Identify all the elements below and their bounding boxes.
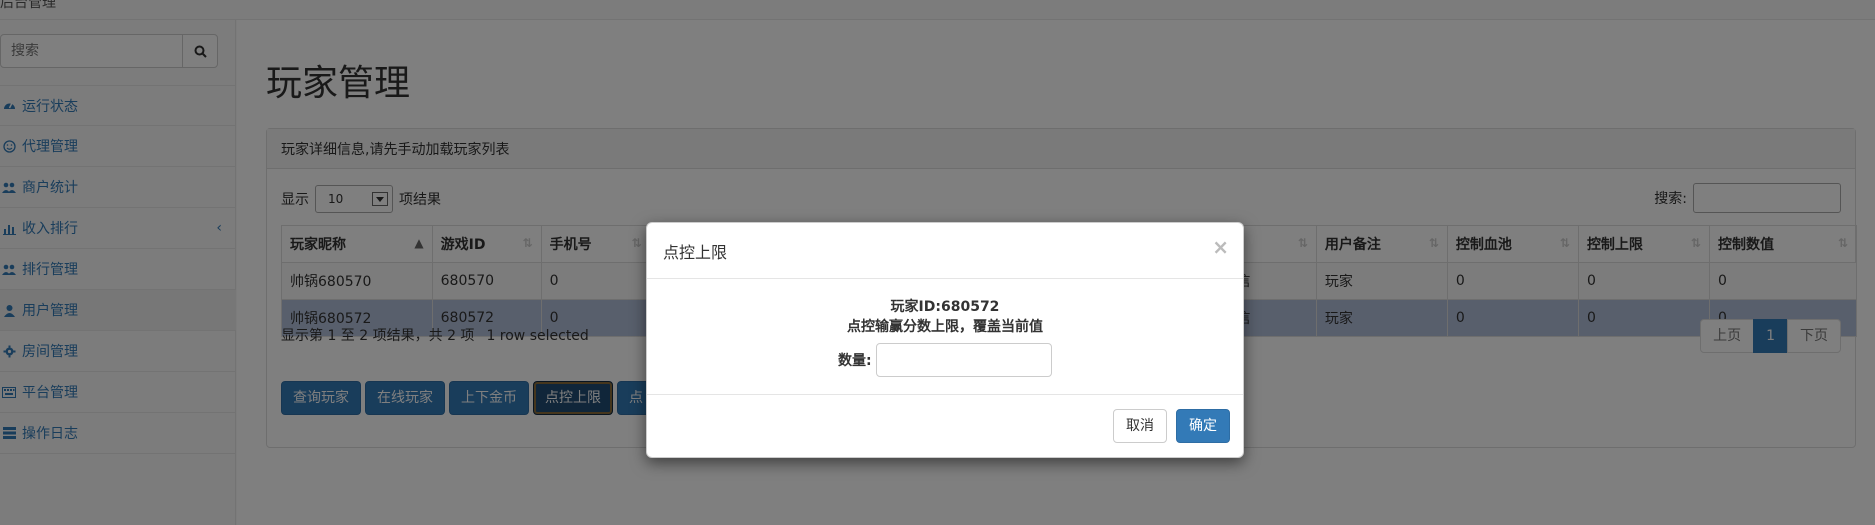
quantity-input[interactable]: [875, 343, 1052, 377]
control-limit-dialog: 点控上限 × 玩家ID:680572 点控输赢分数上限，覆盖当前值 数量: 取消…: [646, 222, 1244, 458]
confirm-button[interactable]: 确定: [1176, 409, 1230, 443]
modal-title: 点控上限: [663, 242, 728, 262]
modal-description: 点控输赢分数上限，覆盖当前值: [847, 319, 1043, 335]
modal-footer: 取消 确定: [647, 395, 1243, 457]
cancel-button[interactable]: 取消: [1113, 409, 1167, 443]
close-icon[interactable]: ×: [1212, 235, 1229, 259]
modal-body: 玩家ID:680572 点控输赢分数上限，覆盖当前值 数量:: [647, 279, 1243, 395]
quantity-row: 数量:: [838, 343, 1052, 377]
modal-header: 点控上限 ×: [647, 223, 1243, 279]
quantity-label: 数量:: [838, 353, 872, 369]
player-id-line: 玩家ID:680572: [890, 299, 1000, 315]
